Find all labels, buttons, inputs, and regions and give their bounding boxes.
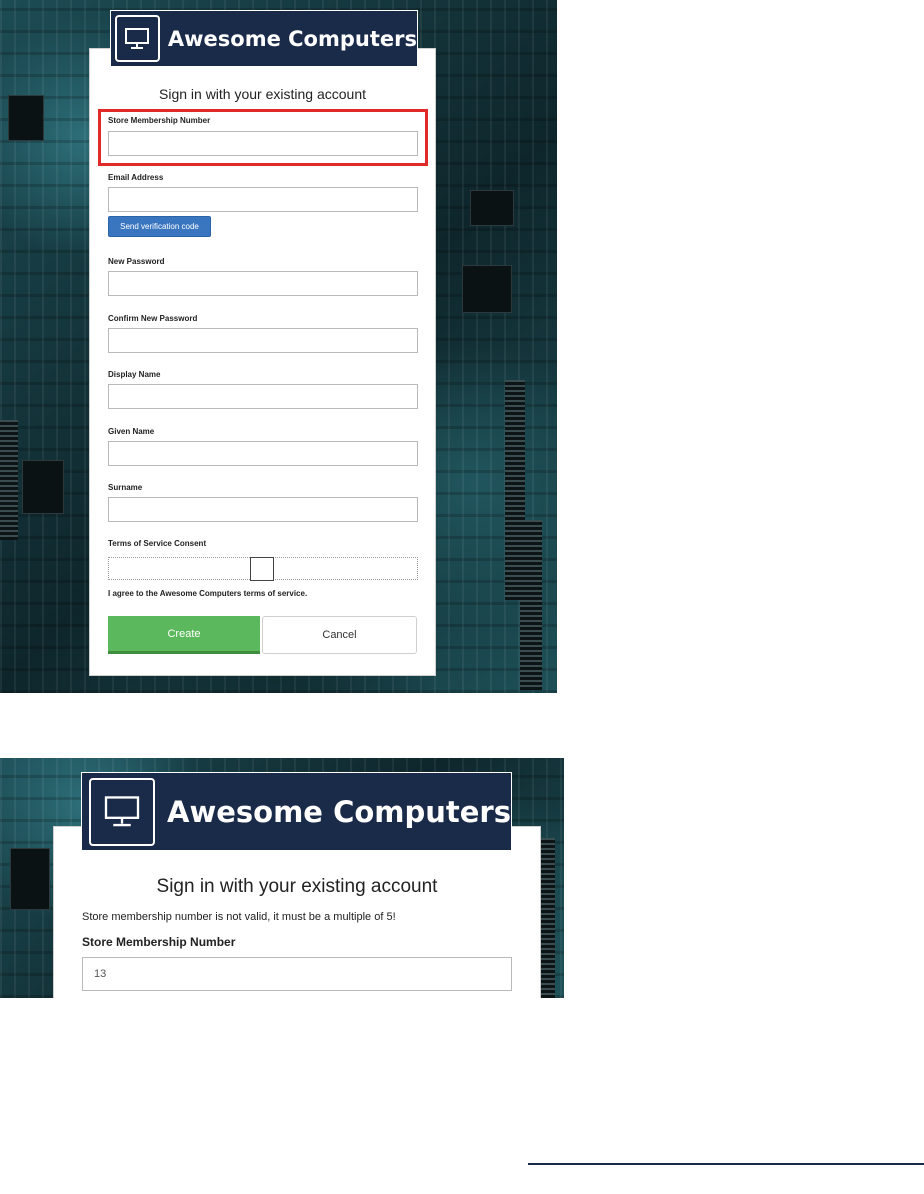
membership-highlight — [98, 109, 428, 166]
given-name-input[interactable] — [108, 441, 418, 466]
error-screenshot: Sign in with your existing account Store… — [0, 758, 564, 998]
terms-label: Terms of Service Consent — [108, 539, 207, 548]
circuit-slot — [0, 420, 18, 540]
circuit-slot — [520, 520, 542, 690]
monitor-icon — [89, 777, 155, 846]
error-card: Sign in with your existing account Store… — [53, 826, 541, 998]
display-name-label: Display Name — [108, 370, 161, 379]
email-label: Email Address — [108, 173, 164, 182]
circuit-chip — [470, 190, 514, 226]
circuit-chip — [10, 848, 50, 910]
error-membership-label: Store Membership Number — [82, 935, 236, 949]
circuit-chip — [8, 95, 44, 141]
send-verification-button[interactable]: Send verification code — [108, 216, 211, 237]
brand-banner: Awesome Computers — [110, 10, 418, 67]
error-membership-input[interactable]: 13 — [82, 957, 512, 991]
error-form-heading: Sign in with your existing account — [156, 876, 438, 897]
new-password-input[interactable] — [108, 271, 418, 296]
brand-name: Awesome Computers — [167, 794, 511, 829]
terms-text: I agree to the Awesome Computers terms o… — [108, 589, 308, 598]
create-button[interactable]: Create — [108, 616, 260, 654]
circuit-chip — [22, 460, 64, 514]
new-password-label: New Password — [108, 257, 165, 266]
error-message: Store membership number is not valid, it… — [82, 911, 396, 923]
form-heading: Sign in with your existing account — [159, 86, 366, 102]
terms-consent-box — [108, 557, 418, 581]
circuit-chip — [462, 265, 512, 313]
brand-name: Awesome Computers — [167, 26, 417, 51]
surname-input[interactable] — [108, 497, 418, 522]
confirm-password-input[interactable] — [108, 328, 418, 353]
signup-screenshot: Sign in with your existing account Store… — [0, 0, 557, 693]
monitor-icon — [115, 15, 160, 62]
divider-rule — [528, 1163, 924, 1165]
cancel-button[interactable]: Cancel — [262, 616, 417, 654]
membership-value: 13 — [94, 968, 107, 980]
given-name-label: Given Name — [108, 427, 155, 436]
surname-label: Surname — [108, 483, 143, 492]
terms-checkbox[interactable] — [250, 557, 274, 581]
display-name-input[interactable] — [108, 384, 418, 409]
confirm-password-label: Confirm New Password — [108, 314, 198, 323]
brand-banner: Awesome Computers — [81, 772, 512, 851]
email-input[interactable] — [108, 187, 418, 212]
